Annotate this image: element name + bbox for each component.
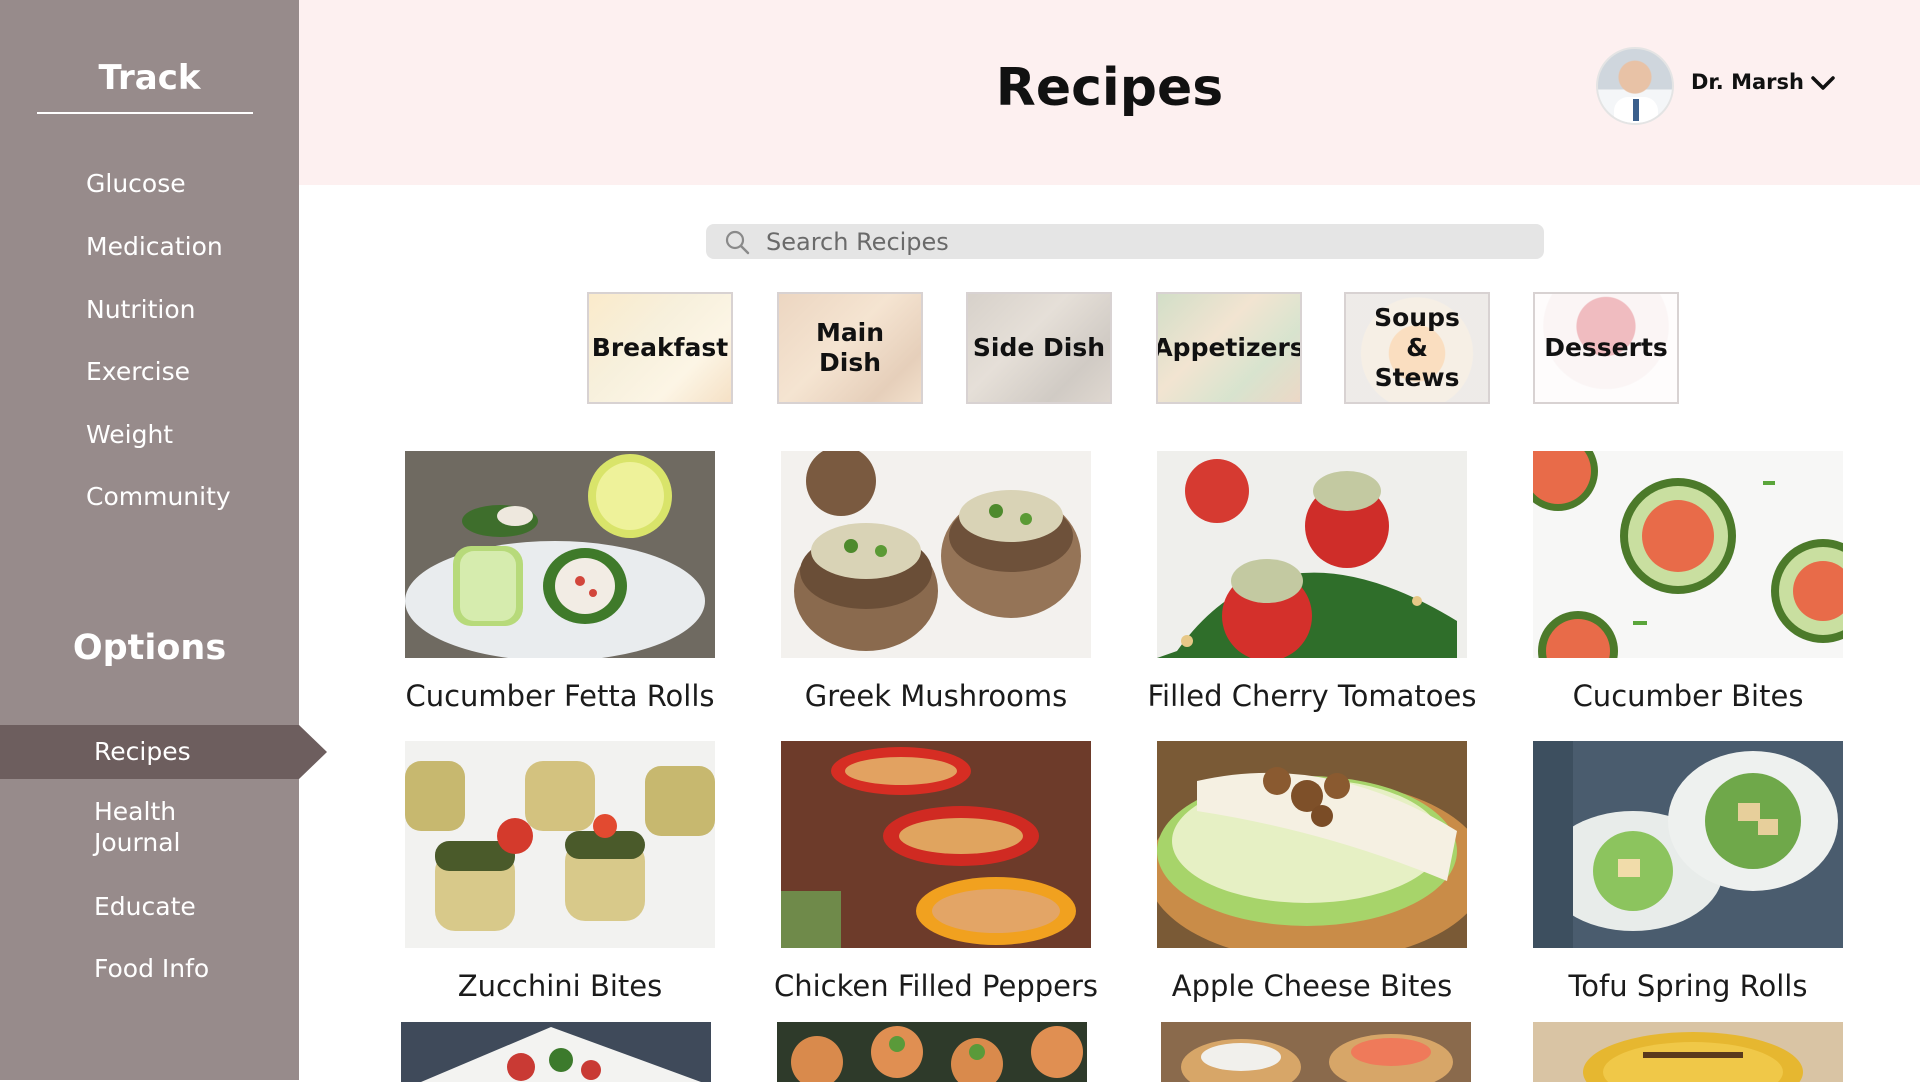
recipe-title[interactable]: Cucumber Fetta Rolls xyxy=(385,679,735,713)
sidebar-item-medication[interactable]: Medication xyxy=(86,231,223,262)
recipe-card[interactable]: Apple Cheese Bites xyxy=(1157,741,1467,1003)
recipe-card[interactable]: Zucchini Bites xyxy=(405,741,715,1003)
recipe-card[interactable]: Chicken Filled Peppers xyxy=(774,741,1098,1003)
cucumber-bites-image xyxy=(1533,451,1843,658)
category-label: Breakfast xyxy=(591,333,729,362)
recipe-image xyxy=(1157,451,1467,658)
recipe-card[interactable] xyxy=(1533,1022,1843,1082)
page-title: Recipes xyxy=(995,58,1224,118)
sidebar-item-food-info[interactable]: Food Info xyxy=(94,953,244,984)
category-label: Side Dish xyxy=(972,333,1106,362)
search-icon xyxy=(725,230,750,255)
recipe-card[interactable] xyxy=(401,1022,711,1082)
search-bar[interactable] xyxy=(706,224,1544,259)
grilled-corn-image xyxy=(1533,1022,1843,1082)
recipe-title[interactable]: Filled Cherry Tomatoes xyxy=(1137,679,1487,713)
category-soups-stews[interactable]: Soups & Stews xyxy=(1344,292,1490,404)
recipe-title[interactable]: Greek Mushrooms xyxy=(761,679,1111,713)
recipe-image xyxy=(405,741,715,948)
recipe-image xyxy=(1157,741,1467,948)
search-input[interactable] xyxy=(766,224,1526,259)
chicken-peppers-image xyxy=(781,741,1091,948)
category-side-dish[interactable]: Side Dish xyxy=(966,292,1112,404)
category-main-dish[interactable]: Main Dish xyxy=(777,292,923,404)
greek-mushrooms-image xyxy=(781,451,1091,658)
category-label: Main Dish xyxy=(815,318,885,377)
recipe-title[interactable]: Zucchini Bites xyxy=(385,969,735,1003)
recipe-card[interactable]: Greek Mushrooms xyxy=(781,451,1091,713)
cherry-tomatoes-image xyxy=(1157,451,1467,658)
sidebar-item-recipes[interactable]: Recipes xyxy=(94,736,244,767)
recipe-image xyxy=(777,1022,1087,1082)
category-label: Appetizers xyxy=(1156,333,1302,362)
sidebar-item-nutrition[interactable]: Nutrition xyxy=(86,294,195,325)
recipe-image xyxy=(405,451,715,658)
sidebar-item-weight[interactable]: Weight xyxy=(86,419,173,450)
sidebar-item-educate[interactable]: Educate xyxy=(94,891,244,922)
options-section-title: Options xyxy=(72,628,227,668)
recipe-image xyxy=(1533,741,1843,948)
sidebar-item-health-journal[interactable]: Health Journal xyxy=(94,796,244,858)
category-breakfast[interactable]: Breakfast xyxy=(587,292,733,404)
recipe-card[interactable]: Cucumber Bites xyxy=(1533,451,1843,713)
chevron-down-icon[interactable] xyxy=(1810,72,1836,94)
category-label: Desserts xyxy=(1544,333,1668,362)
recipe-image xyxy=(781,741,1091,948)
recipe-card[interactable]: Filled Cherry Tomatoes xyxy=(1147,451,1477,713)
recipe-card[interactable] xyxy=(1161,1022,1471,1082)
salmon-crostini-image xyxy=(1161,1022,1471,1082)
sidebar-item-exercise[interactable]: Exercise xyxy=(86,356,190,387)
recipe-title[interactable]: Cucumber Bites xyxy=(1513,679,1863,713)
page-header: Recipes Dr. Marsh xyxy=(299,0,1920,185)
apple-cheese-image xyxy=(1157,741,1467,948)
tofu-spring-rolls-image xyxy=(1533,741,1843,948)
category-label: Soups & Stews xyxy=(1374,303,1460,392)
recipe-card[interactable]: Tofu Spring Rolls xyxy=(1533,741,1843,1003)
shrimp-bites-image xyxy=(777,1022,1087,1082)
active-item-pointer xyxy=(299,725,327,779)
recipe-image xyxy=(781,451,1091,658)
recipe-title[interactable]: Tofu Spring Rolls xyxy=(1513,969,1863,1003)
track-divider xyxy=(37,112,253,114)
zucchini-bites-image xyxy=(405,741,715,948)
recipe-card[interactable] xyxy=(777,1022,1087,1082)
recipe-image xyxy=(1533,451,1843,658)
avatar-tie xyxy=(1633,99,1639,121)
sidebar-item-community[interactable]: Community xyxy=(86,481,231,512)
recipe-title[interactable]: Apple Cheese Bites xyxy=(1137,969,1487,1003)
recipe-title[interactable]: Chicken Filled Peppers xyxy=(761,969,1111,1003)
recipe-card[interactable]: Cucumber Fetta Rolls xyxy=(405,451,715,713)
track-section-title: Track xyxy=(98,58,201,98)
cucumber-rolls-image xyxy=(405,451,715,658)
user-avatar[interactable] xyxy=(1596,47,1674,125)
recipe-image xyxy=(1161,1022,1471,1082)
salad-plate-image xyxy=(401,1022,711,1082)
sidebar: Track Glucose Medication Nutrition Exerc… xyxy=(0,0,299,1080)
user-name[interactable]: Dr. Marsh xyxy=(1691,70,1804,94)
category-appetizers[interactable]: Appetizers xyxy=(1156,292,1302,404)
recipe-image xyxy=(401,1022,711,1082)
recipe-image xyxy=(1533,1022,1843,1082)
category-desserts[interactable]: Desserts xyxy=(1533,292,1679,404)
sidebar-item-glucose[interactable]: Glucose xyxy=(86,168,186,199)
